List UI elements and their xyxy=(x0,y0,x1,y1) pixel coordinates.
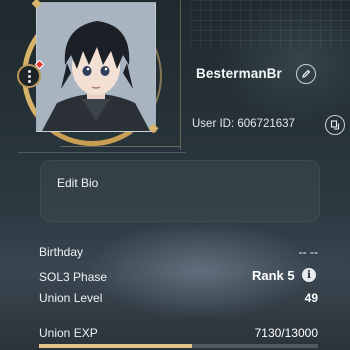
union-level-value: 49 xyxy=(304,291,318,305)
edit-bio-button[interactable]: Edit Bio xyxy=(57,176,98,190)
birthday-label: Birthday xyxy=(39,245,84,259)
user-id: User ID: 606721637 xyxy=(192,118,295,130)
character-portrait-icon xyxy=(37,3,155,131)
pencil-icon xyxy=(302,69,311,78)
background-grid xyxy=(190,0,350,48)
divider xyxy=(18,152,186,153)
birthday-value: -- -- xyxy=(298,245,318,259)
union-exp-progress-bar xyxy=(39,344,318,348)
frame-underline xyxy=(60,146,180,147)
copy-icon xyxy=(330,120,340,130)
union-exp-label: Union EXP xyxy=(39,326,98,340)
username: BestermanBr xyxy=(196,66,282,81)
info-icon[interactable]: i xyxy=(302,268,316,282)
avatar[interactable] xyxy=(36,2,156,132)
union-level-label: Union Level xyxy=(39,291,103,305)
copy-id-button[interactable] xyxy=(325,115,345,135)
union-exp-progress-fill xyxy=(39,344,192,348)
more-dots-icon xyxy=(27,69,31,84)
union-exp-value: 7130/13000 xyxy=(254,326,318,340)
frame-divider xyxy=(180,0,181,150)
bio-box[interactable] xyxy=(40,160,320,222)
phase-label: SOL3 Phase xyxy=(39,270,108,284)
rename-button[interactable] xyxy=(296,64,316,84)
phase-value: Rank 5 xyxy=(252,268,295,283)
